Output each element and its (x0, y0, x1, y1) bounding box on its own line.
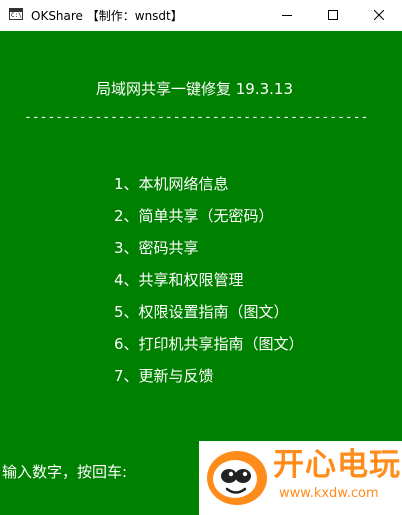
menu-item-share-permissions: 4、共享和权限管理 (114, 269, 244, 290)
title-bar[interactable]: C:\ OKShare 【制作：wnsdt】 (0, 0, 402, 31)
close-button[interactable] (356, 0, 402, 31)
console-app-icon[interactable]: C:\ (9, 8, 23, 20)
menu-item-permission-guide: 5、权限设置指南（图文） (114, 301, 289, 322)
menu-item-simple-share: 2、简单共享（无密码） (114, 205, 274, 226)
divider-line: ----------------------------------------… (24, 110, 378, 125)
close-icon (374, 10, 384, 20)
maximize-icon (328, 10, 338, 20)
tool-heading: 局域网共享一键修复 19.3.13 (96, 78, 293, 99)
menu-item-printer-guide: 6、打印机共享指南（图文） (114, 333, 304, 354)
watermark-url: www.kxdw.com (279, 486, 379, 501)
minimize-button[interactable] (264, 0, 310, 31)
menu-item-update-feedback: 7、更新与反馈 (114, 365, 214, 386)
input-prompt: 输入数字，按回车: (2, 461, 127, 482)
console-window: C:\ OKShare 【制作：wnsdt】 局域网共享一键修复 19.3.13… (0, 0, 402, 515)
menu-item-password-share: 3、密码共享 (114, 237, 199, 258)
menu-item-network-info: 1、本机网络信息 (114, 173, 229, 194)
maximize-button[interactable] (310, 0, 356, 31)
watermark-brand: 开心电玩 (273, 447, 401, 483)
window-title: OKShare 【制作：wnsdt】 (31, 7, 183, 24)
watermark-logo: 开心电玩 www.kxdw.com (199, 441, 402, 515)
mascot-icon (205, 449, 269, 507)
minimize-icon (282, 10, 292, 20)
